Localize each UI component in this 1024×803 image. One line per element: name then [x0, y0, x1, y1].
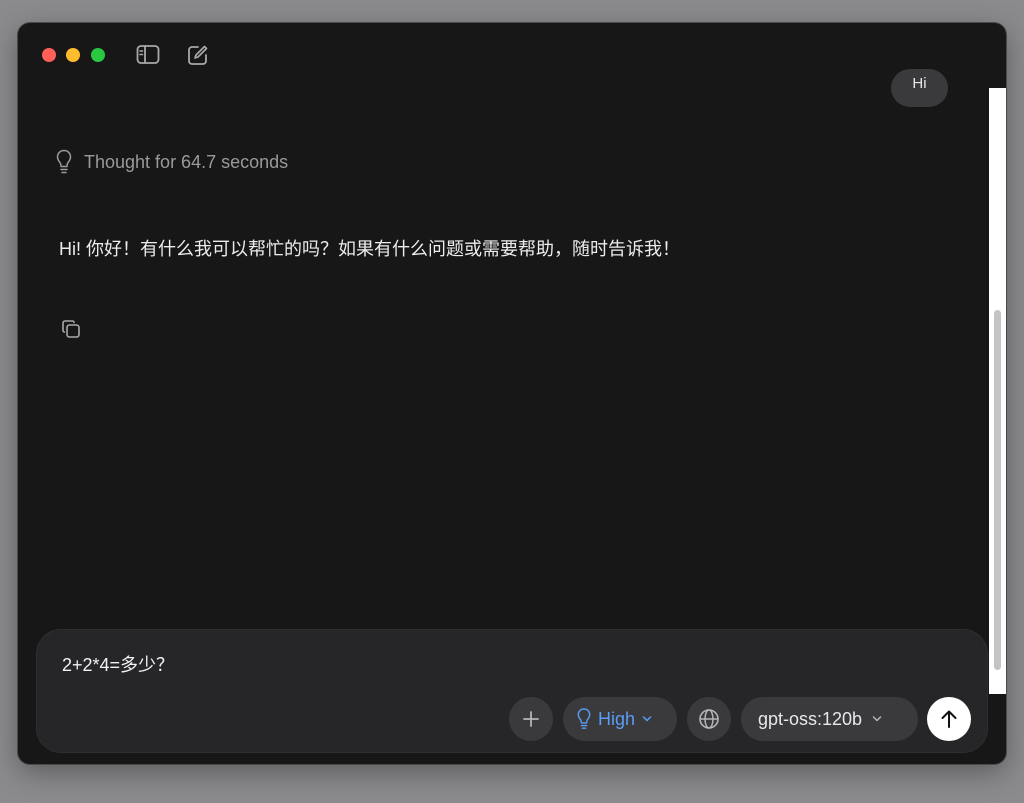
sidebar-toggle-button[interactable]	[136, 43, 160, 67]
zoom-window-button[interactable]	[91, 48, 105, 62]
scrollbar-thumb[interactable]	[994, 310, 1001, 670]
lightbulb-icon	[577, 708, 591, 729]
lightbulb-icon	[56, 149, 72, 174]
reasoning-effort-selector[interactable]: High	[563, 697, 677, 741]
sidebar-toggle-icon	[136, 45, 160, 64]
send-button[interactable]	[927, 697, 971, 741]
scrollbar-track[interactable]	[989, 88, 1006, 694]
titlebar	[18, 23, 1006, 83]
web-search-button[interactable]	[687, 697, 731, 741]
app-window: Hi Thought for 64.7 seconds Hi! 你好！有什么我可…	[18, 23, 1006, 764]
thought-duration-label: Thought for 64.7 seconds	[84, 151, 289, 172]
new-chat-button[interactable]	[186, 43, 210, 67]
copy-button[interactable]	[60, 318, 82, 340]
chevron-down-icon	[872, 716, 882, 722]
new-chat-icon	[188, 45, 208, 65]
assistant-message: Hi! 你好！有什么我可以帮忙的吗？如果有什么问题或需要帮助，随时告诉我！	[59, 239, 680, 259]
model-selector[interactable]: gpt-oss:120b	[741, 697, 918, 741]
attach-button[interactable]	[509, 697, 553, 741]
composer: High gpt-oss:120b	[37, 630, 987, 752]
user-message-bubble: Hi	[891, 69, 948, 107]
copy-icon	[62, 320, 80, 338]
thought-toggle[interactable]: Thought for 64.7 seconds	[56, 148, 288, 176]
message-input[interactable]	[62, 650, 762, 680]
plus-icon	[523, 711, 539, 727]
model-label: gpt-oss:120b	[758, 708, 863, 729]
close-window-button[interactable]	[42, 48, 56, 62]
arrow-up-icon	[941, 710, 957, 728]
reasoning-effort-label: High	[598, 708, 636, 729]
chevron-down-icon	[642, 716, 652, 722]
user-message-text: Hi	[912, 75, 927, 92]
globe-icon	[699, 709, 719, 729]
minimize-window-button[interactable]	[66, 48, 80, 62]
